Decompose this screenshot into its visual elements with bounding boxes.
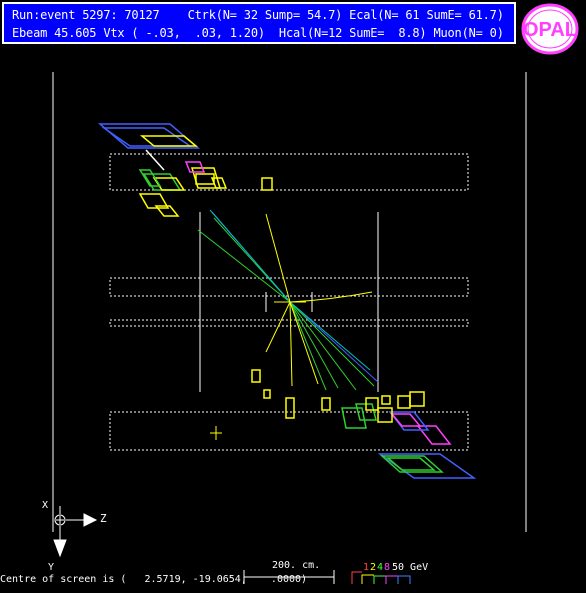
energy-legend-glyphs [351,571,411,584]
upper-clusters [97,123,273,217]
event-display-canvas [52,72,527,584]
energy-value-8: 8 [384,562,391,573]
opal-logo-icon: OPAL [521,3,579,55]
tracks [197,209,379,391]
axis-gizmo [53,506,98,558]
screen-centre-readout: Centre of screen is ( 2.5719, -19.0654, … [0,574,308,585]
beam-vertex-line: Ebeam 45.605 Vtx ( -.03, .03, 1.20) Hcal… [12,26,504,40]
energy-value-1: 1 [363,562,370,573]
energy-value-2: 2 [370,562,377,573]
lower-clusters [251,369,477,479]
event-info-header: Run:event 5297: 70127 Ctrk(N= 32 Sump= 5… [2,2,516,44]
scale-label: 200. cm. [272,560,321,571]
event-display-window: Run:event 5297: 70127 Ctrk(N= 32 Sump= 5… [0,0,586,593]
axis-label-z: Z [100,512,107,525]
energy-unit: 50 GeV [392,562,429,573]
axis-label-x: X [42,500,49,511]
svg-text:OPAL: OPAL [523,19,577,41]
energy-value-4: 4 [377,562,384,573]
axis-label-y: Y [48,562,55,573]
run-event-line: Run:event 5297: 70127 Ctrk(N= 32 Sump= 5… [12,8,504,22]
